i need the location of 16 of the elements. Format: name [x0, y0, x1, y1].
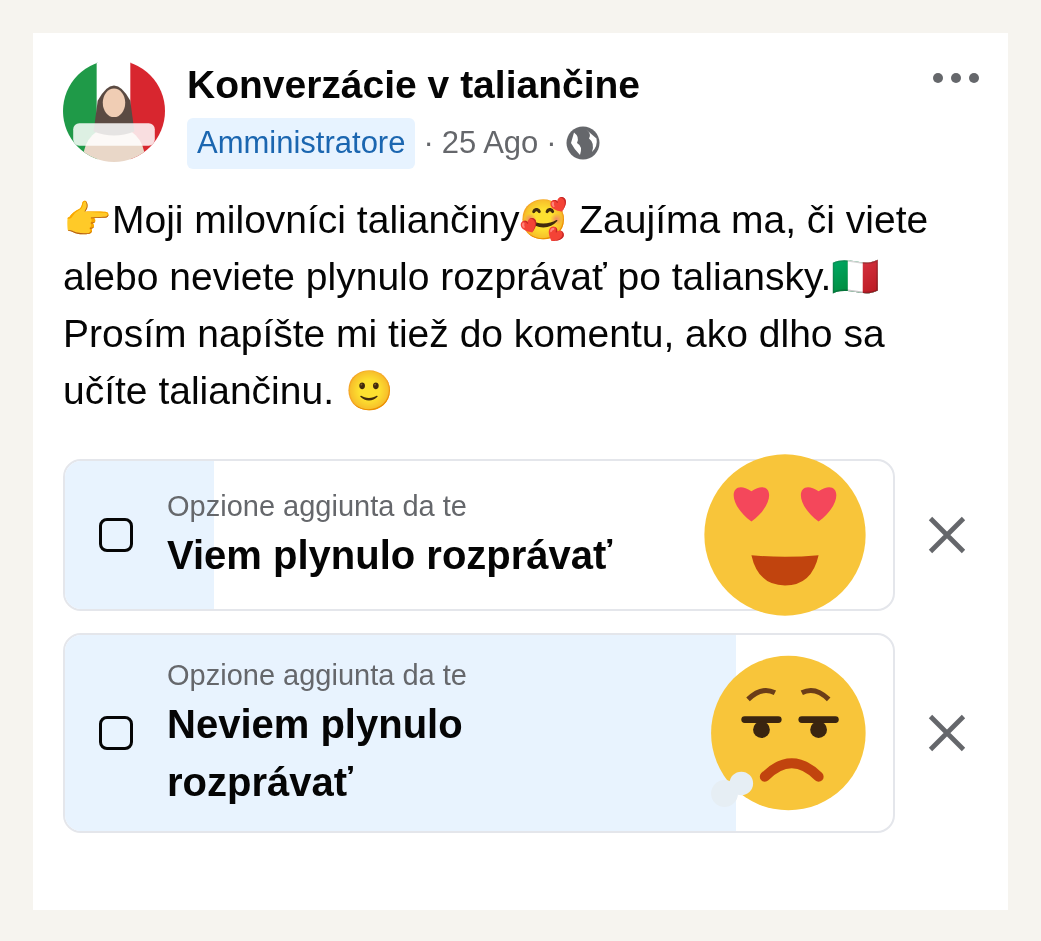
group-name[interactable]: Konverzácie v taliančine: [187, 60, 932, 110]
option-caption: Opzione aggiunta da te: [167, 657, 468, 693]
more-options-icon[interactable]: [932, 72, 980, 84]
post-date[interactable]: 25 Ago: [441, 120, 539, 167]
option-label: Neviem plynulo rozprávať: [167, 700, 464, 806]
separator-dot: ·: [423, 124, 434, 162]
separator-dot: ·: [546, 124, 557, 162]
globe-icon: [564, 125, 601, 162]
post-text: 👉Moji milovníci taliančiny🥰 Zaujíma ma, či viete alebo neviete plynulo rozprávať po taliansky.🇮🇹: [63, 196, 930, 300]
checkbox[interactable]: [99, 715, 133, 750]
role-badge: Amministratore: [187, 118, 416, 169]
poll-option[interactable]: Opzione aggiunta da te Neviem plynulo rozprávať: [63, 632, 895, 833]
option-caption: Opzione aggiunta da te: [167, 488, 468, 524]
checkbox[interactable]: [99, 517, 133, 552]
option-label: Viem plynulo rozprávať: [167, 531, 614, 579]
post-text: Prosím napíšte mi tiež do komentu, ako dlho sa učíte taliančinu. 🙂: [63, 310, 886, 414]
